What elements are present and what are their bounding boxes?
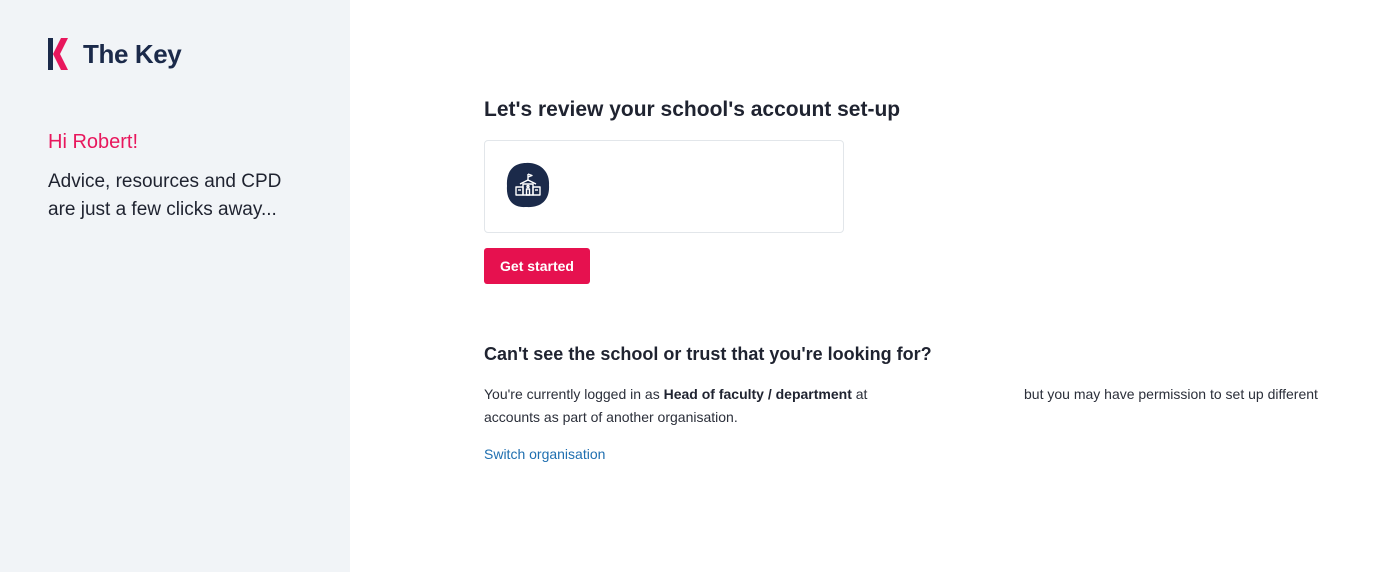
school-card xyxy=(484,140,844,233)
review-heading: Let's review your school's account set-u… xyxy=(484,98,901,121)
user-role: Head of faculty / department xyxy=(663,386,852,402)
logged-in-info: You're currently logged in as Head of fa… xyxy=(484,384,867,404)
greeting: Hi Robert! xyxy=(48,131,139,153)
sidebar: The Key Hi Robert! Advice, resources and… xyxy=(0,0,350,572)
info-at: at xyxy=(851,386,868,402)
info-line-2: accounts as part of another organisation… xyxy=(484,409,738,425)
the-key-logo-icon xyxy=(48,38,68,70)
info-permission-text: but you may have permission to set up di… xyxy=(1024,386,1318,402)
school-building-icon xyxy=(506,162,550,208)
main-content: Let's review your school's account set-u… xyxy=(484,0,1364,572)
tagline: Advice, resources and CPD are just a few… xyxy=(48,171,282,220)
cant-see-heading: Can't see the school or trust that you'r… xyxy=(484,344,932,364)
page: The Key Hi Robert! Advice, resources and… xyxy=(0,0,1394,572)
switch-organisation-link[interactable]: Switch organisation xyxy=(484,444,605,464)
the-key-logo[interactable]: The Key xyxy=(48,38,182,70)
info-prefix: You're currently logged in as xyxy=(484,386,664,402)
get-started-button[interactable]: Get started xyxy=(484,248,590,284)
logo-text: The Key xyxy=(83,39,182,69)
